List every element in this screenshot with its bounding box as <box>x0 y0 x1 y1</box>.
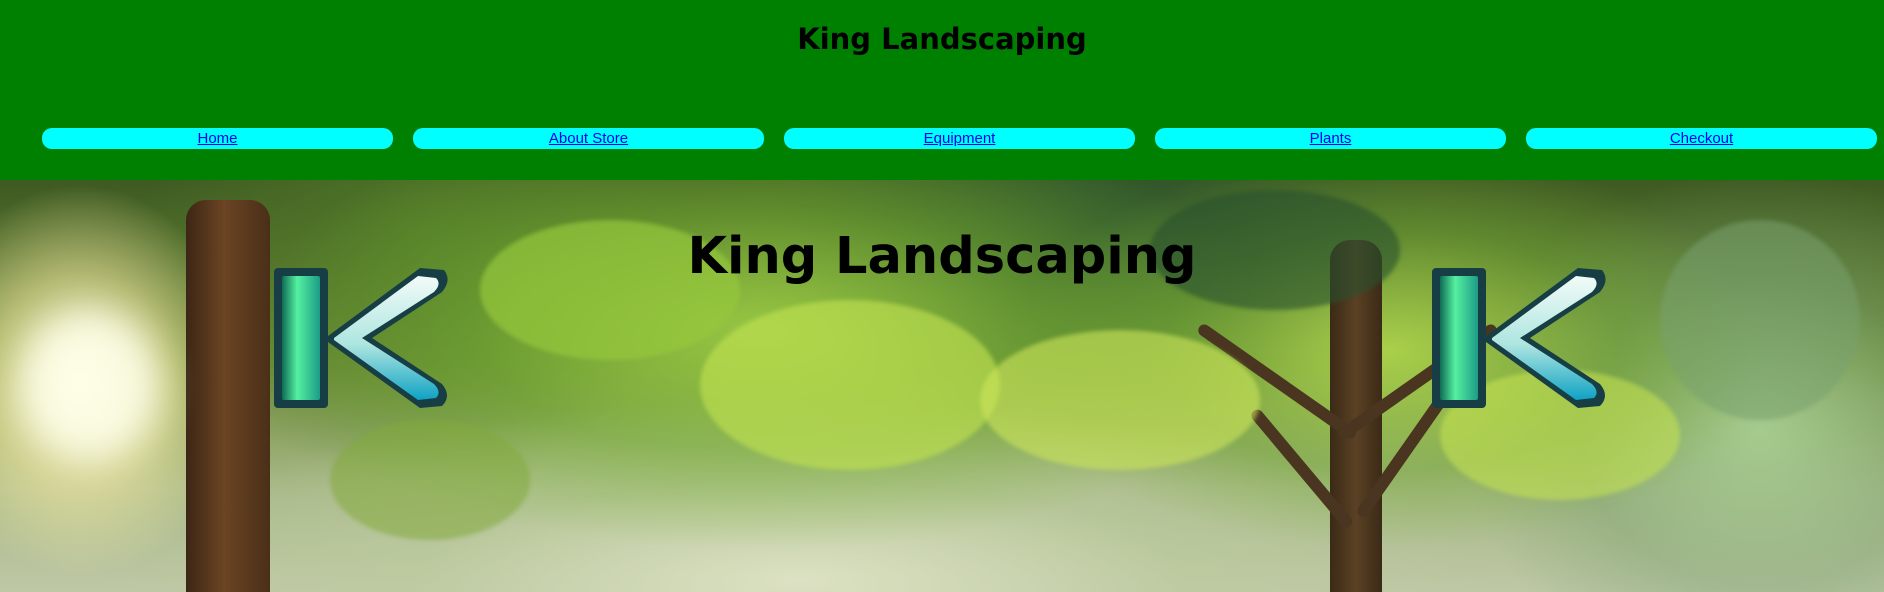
main-nav: Home About Store Equipment Plants Checko… <box>42 128 1877 149</box>
sunlight-glow <box>20 310 160 460</box>
nav-equipment-link[interactable]: Equipment <box>784 128 1135 149</box>
hero-banner: King Landscaping <box>0 180 1884 592</box>
nav-home-link[interactable]: Home <box>42 128 393 149</box>
foliage <box>700 300 1000 470</box>
nav-checkout-link[interactable]: Checkout <box>1526 128 1877 149</box>
nav-plants-link[interactable]: Plants <box>1155 128 1506 149</box>
site-header: King Landscaping Home About Store Equipm… <box>0 0 1884 180</box>
foliage <box>980 330 1260 470</box>
site-title: King Landscaping <box>797 22 1087 56</box>
nav-about-store-link[interactable]: About Store <box>413 128 764 149</box>
k-logo-icon <box>274 268 448 408</box>
foliage <box>330 420 530 540</box>
k-logo-icon <box>1432 268 1606 408</box>
